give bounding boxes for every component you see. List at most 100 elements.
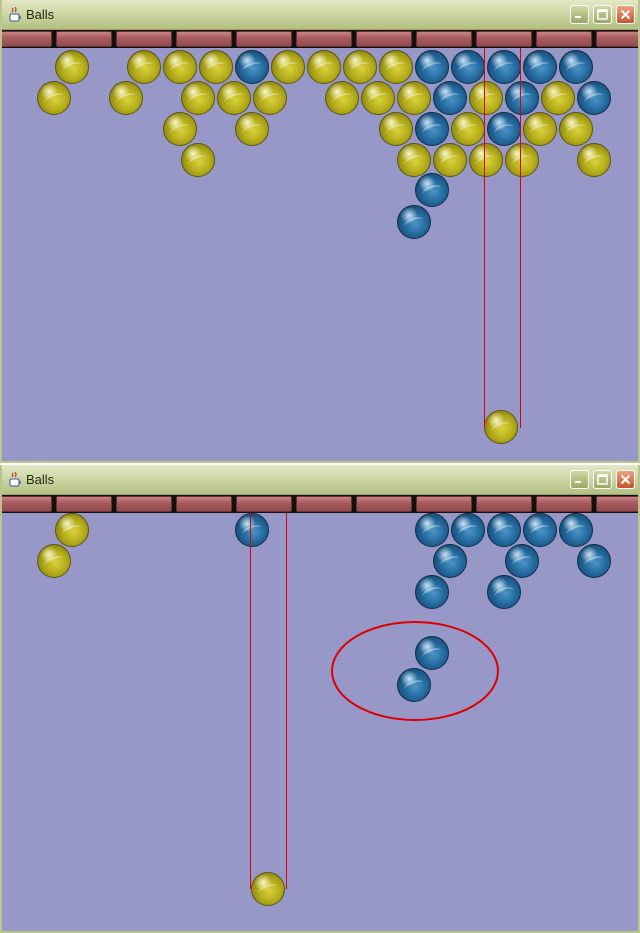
yellow-ball xyxy=(505,143,539,177)
maximize-button[interactable] xyxy=(593,5,612,24)
blue-ball xyxy=(433,81,467,115)
maximize-button[interactable] xyxy=(593,470,612,489)
blue-ball xyxy=(397,205,431,239)
blue-ball xyxy=(433,544,467,578)
yellow-ball xyxy=(163,112,197,146)
close-button[interactable] xyxy=(616,470,635,489)
yellow-ball xyxy=(271,50,305,84)
blue-ball xyxy=(235,513,269,547)
close-button[interactable] xyxy=(616,5,635,24)
yellow-ball xyxy=(325,81,359,115)
yellow-ball xyxy=(577,143,611,177)
yellow-ball xyxy=(253,81,287,115)
brick xyxy=(56,496,112,512)
blue-ball xyxy=(415,50,449,84)
brick xyxy=(476,31,532,47)
blue-ball xyxy=(415,513,449,547)
shooter-ball[interactable] xyxy=(251,872,285,906)
brick xyxy=(416,496,472,512)
blue-ball xyxy=(451,50,485,84)
yellow-ball xyxy=(109,81,143,115)
window-title: Balls xyxy=(26,7,55,22)
maximize-icon xyxy=(597,9,608,20)
yellow-ball xyxy=(37,544,71,578)
blue-ball xyxy=(487,50,521,84)
blue-ball xyxy=(505,81,539,115)
blue-ball xyxy=(523,513,557,547)
brick xyxy=(176,31,232,47)
game-window-top: Balls xyxy=(0,0,640,463)
brick xyxy=(596,31,638,47)
brick xyxy=(536,496,592,512)
yellow-ball xyxy=(379,50,413,84)
shooter-ball[interactable] xyxy=(484,410,518,444)
brick xyxy=(2,496,52,512)
minimize-icon xyxy=(575,16,581,18)
yellow-ball xyxy=(307,50,341,84)
brick xyxy=(116,31,172,47)
brick xyxy=(56,31,112,47)
blue-ball xyxy=(577,81,611,115)
yellow-ball xyxy=(361,81,395,115)
maximize-icon xyxy=(597,474,608,485)
blue-ball xyxy=(415,575,449,609)
brick xyxy=(356,31,412,47)
blue-ball xyxy=(505,544,539,578)
yellow-ball xyxy=(397,143,431,177)
brick xyxy=(416,31,472,47)
java-cup-icon xyxy=(8,471,22,488)
yellow-ball xyxy=(181,81,215,115)
brick xyxy=(296,31,352,47)
brick xyxy=(476,496,532,512)
close-icon xyxy=(620,9,631,20)
playfield[interactable] xyxy=(2,513,638,931)
brick xyxy=(596,496,638,512)
floating-blue-ball xyxy=(415,636,449,670)
brick xyxy=(236,31,292,47)
yellow-ball xyxy=(37,81,71,115)
playfield[interactable] xyxy=(2,48,638,461)
window-title: Balls xyxy=(26,472,55,487)
blue-ball xyxy=(415,112,449,146)
brick xyxy=(236,496,292,512)
blue-ball xyxy=(487,575,521,609)
title-bar[interactable]: Balls xyxy=(2,465,638,495)
blue-ball xyxy=(523,50,557,84)
brick xyxy=(356,496,412,512)
yellow-ball xyxy=(55,50,89,84)
yellow-ball xyxy=(379,112,413,146)
game-window-bottom: Balls xyxy=(0,465,640,933)
brick-ceiling xyxy=(2,495,638,513)
blue-ball xyxy=(487,112,521,146)
blue-ball xyxy=(235,50,269,84)
brick xyxy=(2,31,52,47)
yellow-ball xyxy=(541,81,575,115)
brick xyxy=(296,496,352,512)
yellow-ball xyxy=(127,50,161,84)
close-icon xyxy=(620,474,631,485)
yellow-ball xyxy=(397,81,431,115)
brick xyxy=(116,496,172,512)
brick xyxy=(176,496,232,512)
yellow-ball xyxy=(343,50,377,84)
brick-ceiling xyxy=(2,30,638,48)
blue-ball xyxy=(559,50,593,84)
blue-ball xyxy=(451,513,485,547)
blue-ball xyxy=(559,513,593,547)
yellow-ball xyxy=(523,112,557,146)
minimize-button[interactable] xyxy=(570,5,589,24)
yellow-ball xyxy=(199,50,233,84)
blue-ball xyxy=(487,513,521,547)
minimize-icon xyxy=(575,481,581,483)
yellow-ball xyxy=(235,112,269,146)
java-cup-icon xyxy=(8,6,22,23)
minimize-button[interactable] xyxy=(570,470,589,489)
yellow-ball xyxy=(469,143,503,177)
yellow-ball xyxy=(163,50,197,84)
yellow-ball xyxy=(217,81,251,115)
yellow-ball xyxy=(559,112,593,146)
yellow-ball xyxy=(433,143,467,177)
yellow-ball xyxy=(451,112,485,146)
title-bar[interactable]: Balls xyxy=(2,0,638,30)
yellow-ball xyxy=(469,81,503,115)
